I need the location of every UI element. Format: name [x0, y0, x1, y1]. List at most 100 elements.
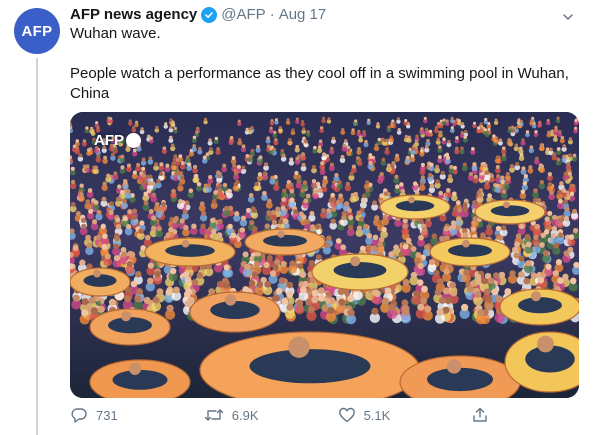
photo-crowd-head: [113, 171, 118, 176]
header-separator: ·: [269, 6, 275, 23]
photo-crowd-head: [110, 152, 115, 157]
photo-crowd-head: [547, 182, 553, 187]
photo-crowd-head: [471, 147, 475, 151]
tweet[interactable]: AFP AFP news agency @AFP · Aug 17 Wuhan …: [0, 0, 593, 435]
photo-crowd-head: [495, 155, 500, 160]
reply-button[interactable]: 731: [70, 406, 204, 424]
photo-crowd-head: [426, 138, 430, 143]
photo-crowd-head: [525, 241, 532, 248]
photo-crowd-head: [93, 200, 99, 205]
photo-crowd-head: [448, 174, 453, 179]
photo-crowd-head: [179, 218, 185, 224]
photo-crowd-head: [421, 226, 428, 232]
photo-crowd-head: [492, 272, 500, 279]
photo-crowd-head: [148, 156, 153, 161]
photo-crowd-head: [156, 288, 164, 296]
photo-crowd-head: [289, 182, 294, 187]
photo-crowd-head: [301, 214, 307, 220]
photo-crowd-head: [366, 232, 373, 239]
photo-crowd-head: [233, 181, 239, 187]
photo-crowd-head: [295, 117, 299, 121]
photo-crowd-head: [116, 196, 121, 202]
photo-crowd-head: [270, 210, 276, 216]
photo-crowd-head: [476, 126, 481, 130]
photo-crowd-head: [450, 223, 457, 230]
photo-crowd-head: [357, 147, 361, 151]
photo-crowd-head: [424, 244, 430, 251]
photo-crowd-head: [449, 164, 454, 170]
photo-crowd-head: [330, 192, 336, 198]
photo-crowd-head: [454, 146, 459, 151]
photo-crowd-head: [420, 297, 428, 305]
photo-crowd-head: [289, 157, 294, 162]
photo-crowd-head: [227, 223, 233, 230]
photo-crowd-head: [546, 118, 550, 122]
photo-crowd-head: [135, 271, 142, 278]
photo-crowd-head: [365, 187, 370, 193]
photo-crowd-head: [556, 116, 560, 120]
photo-crowd-head: [410, 154, 415, 158]
photo-crowd-head: [341, 128, 345, 132]
photo-crowd-head: [536, 197, 542, 203]
photo-crowd-head: [429, 183, 435, 189]
photo-crowd-head: [193, 164, 198, 169]
photo-crowd-head: [131, 214, 137, 220]
photo-crowd-head: [217, 174, 222, 179]
tweet-date[interactable]: Aug 17: [279, 6, 327, 24]
photo-crowd-head: [310, 226, 316, 232]
photo-crowd-head: [529, 145, 534, 150]
photo-crowd-head: [514, 241, 520, 248]
photo-crowd-head: [569, 183, 574, 189]
avatar[interactable]: AFP: [14, 8, 60, 54]
photo-crowd-head: [504, 288, 512, 295]
photo-crowd-head: [130, 280, 138, 288]
photo-crowd-head: [330, 218, 336, 224]
retweet-button[interactable]: 6.9K: [204, 406, 338, 424]
chevron-down-icon[interactable]: [559, 8, 577, 26]
photo-crowd-head: [416, 279, 424, 286]
photo-crowd-head: [557, 232, 564, 239]
photo-crowd-head: [313, 145, 317, 150]
tweet-media-photo[interactable]: AFP: [70, 112, 579, 398]
share-button[interactable]: [471, 406, 500, 424]
media-watermark: AFP: [94, 132, 141, 149]
photo-crowd-head: [437, 278, 444, 285]
photo-crowd-head: [398, 251, 405, 258]
photo-crowd-head: [396, 117, 400, 121]
photo-crowd-head: [331, 207, 337, 213]
photo-crowd-head: [222, 182, 228, 188]
photo-crowd-head: [248, 154, 253, 159]
photo-crowd-head: [331, 136, 336, 141]
photo-crowd-head: [281, 197, 287, 202]
photo-crowd-head: [239, 227, 246, 233]
heart-icon: [338, 407, 355, 423]
photo-crowd-head: [85, 199, 91, 205]
photo-crowd-head: [440, 170, 445, 175]
photo-crowd-head: [311, 178, 317, 184]
photo-crowd-head: [262, 171, 267, 176]
photo-crowd-head: [82, 139, 87, 143]
like-button[interactable]: 5.1K: [338, 406, 472, 424]
tweet-text-line1: Wuhan wave.: [70, 25, 161, 42]
photo-crowd-head: [151, 215, 157, 221]
photo-crowd-head: [229, 136, 234, 140]
photo-crowd-head: [327, 117, 331, 121]
photo-crowd-head: [295, 144, 300, 149]
photo-crowd-head: [208, 138, 212, 142]
photo-crowd-head: [341, 215, 347, 221]
photo-crowd-head: [91, 219, 98, 225]
photo-crowd-head: [394, 174, 399, 179]
photo-crowd-head: [372, 200, 377, 206]
photo-crowd-head: [484, 180, 490, 185]
display-name[interactable]: AFP news agency: [70, 6, 197, 24]
photo-crowd-head: [274, 138, 278, 142]
photo-crowd-head: [101, 196, 107, 202]
photo-crowd-head: [417, 262, 424, 270]
photo-crowd-head: [384, 287, 392, 295]
user-handle[interactable]: @AFP: [221, 6, 265, 24]
photo-crowd-head: [173, 154, 178, 159]
photo-crowd-head: [117, 184, 122, 189]
photo-crowd-head: [364, 139, 368, 144]
photo-crowd-head: [365, 244, 372, 251]
photo-crowd-head: [371, 245, 378, 252]
